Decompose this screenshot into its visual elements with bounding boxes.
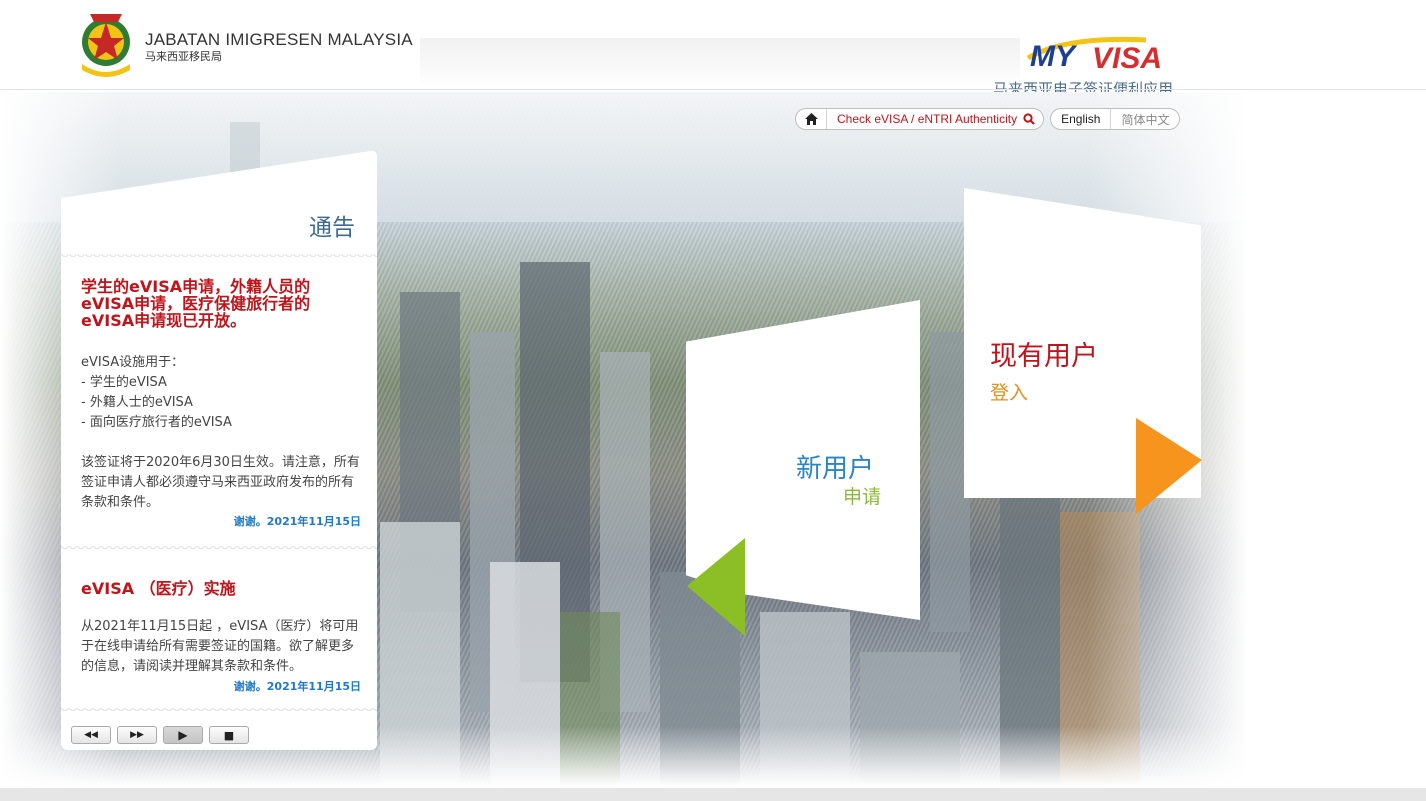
notice-title: 通告	[309, 215, 355, 241]
notice-date: 谢谢。2021年11月15日	[233, 680, 361, 693]
rewind-icon: ◀◀	[84, 730, 98, 740]
notice-heading[interactable]: 学生的eVISA申请，外籍人员的eVISA申请，医疗保健旅行者的eVISA申请现…	[81, 278, 361, 329]
immigration-crest-logo[interactable]	[74, 8, 138, 80]
notice-body-line: - 学生的eVISA	[81, 375, 167, 390]
forward-icon: ▶▶	[130, 730, 144, 740]
notice-body: eVISA设施用于： - 学生的eVISA - 外籍人士的eVISA - 面向医…	[81, 353, 361, 433]
check-authenticity-link[interactable]: Check eVISA / eNTRI Authenticity	[827, 112, 1043, 126]
notice-body-line: eVISA设施用于：	[81, 355, 185, 370]
existing-user-title[interactable]: 现有用户	[990, 334, 1098, 373]
play-button[interactable]: ▶	[163, 726, 203, 744]
home-check-pill: Check eVISA / eNTRI Authenticity	[795, 108, 1045, 130]
agency-name-en: JABATAN IMIGRESEN MALAYSIA	[145, 30, 413, 49]
notice-date: 谢谢。2021年11月15日	[233, 515, 361, 528]
stop-button[interactable]: ■	[209, 726, 249, 744]
existing-user-login-link[interactable]: 登入	[990, 378, 1028, 405]
new-user-arrow-icon[interactable]	[687, 538, 745, 636]
forward-button[interactable]: ▶▶	[117, 726, 157, 744]
notice-item: eVISA （医疗）实施 从2021年11月15日起 ，eVISA（医疗）将可用…	[81, 580, 361, 677]
notice-heading[interactable]: eVISA （医疗）实施	[81, 580, 361, 597]
header-divider	[0, 89, 1426, 90]
notice-body-line: - 外籍人士的eVISA	[81, 395, 193, 410]
footer-bar	[0, 788, 1426, 801]
existing-user-arrow-icon[interactable]	[1136, 418, 1202, 514]
rewind-button[interactable]: ◀◀	[71, 726, 111, 744]
new-user-apply-link[interactable]: 申请	[843, 482, 881, 509]
home-button[interactable]	[796, 109, 827, 129]
top-nav: Check eVISA / eNTRI Authenticity English…	[795, 108, 1181, 130]
myvisa-logo[interactable]: MY VISA	[1026, 32, 1186, 75]
new-user-title[interactable]: 新用户	[796, 448, 874, 485]
check-authenticity-label: Check eVISA / eNTRI Authenticity	[837, 112, 1018, 126]
home-icon	[804, 113, 818, 125]
language-switcher: English 简体中文	[1050, 108, 1181, 130]
logo-my-text: MY	[1030, 40, 1078, 73]
notice-item: 学生的eVISA申请，外籍人员的eVISA申请，医疗保健旅行者的eVISA申请现…	[81, 278, 361, 513]
notice-body-line: - 面向医疗旅行者的eVISA	[81, 415, 232, 430]
notice-body-paragraph: 从2021年11月15日起 ，eVISA（医疗）将可用于在线申请给所有需要签证的…	[81, 619, 359, 674]
stop-icon: ■	[223, 728, 235, 742]
notice-divider	[61, 546, 377, 552]
search-icon	[1023, 113, 1035, 125]
notice-body-paragraph: 该签证将于2020年6月30日生效。请注意，所有签证申请人都必须遵守马来西亚政府…	[81, 455, 360, 510]
notice-divider	[61, 254, 377, 260]
lang-english-button[interactable]: English	[1051, 109, 1112, 129]
notice-divider	[61, 708, 377, 714]
agency-name-zh: 马来西亚移民局	[145, 50, 222, 63]
header-band	[420, 38, 1020, 86]
logo-visa-text: VISA	[1092, 42, 1162, 74]
notice-panel: 通告 学生的eVISA申请，外籍人员的eVISA申请，医疗保健旅行者的eVISA…	[61, 150, 377, 750]
site-header: JABATAN IMIGRESEN MALAYSIA 马来西亚移民局 MY VI…	[0, 0, 1426, 98]
lang-chinese-button[interactable]: 简体中文	[1111, 109, 1179, 129]
play-icon: ▶	[178, 728, 188, 742]
notice-slider-controls: ◀◀ ▶▶ ▶ ■	[71, 726, 249, 744]
